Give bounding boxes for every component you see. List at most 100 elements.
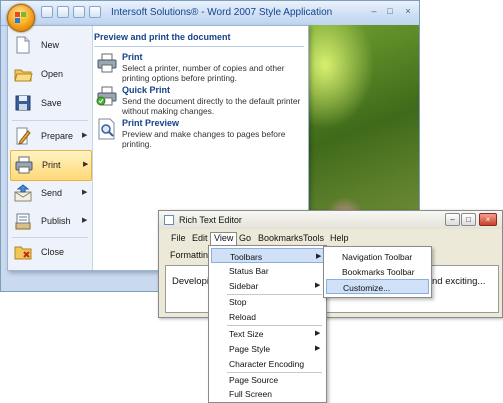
view-menu-full-screen[interactable]: Full Screen xyxy=(211,386,324,401)
menu-item-label: Reload xyxy=(229,312,256,322)
close-window-button[interactable]: × xyxy=(401,5,415,17)
menu-item-label: Page Style xyxy=(229,344,271,354)
view-menu-sidebar[interactable]: Sidebar ▶ xyxy=(211,278,324,293)
submenu-arrow-icon: ▶ xyxy=(82,217,88,224)
submenu-arrow-icon: ▶ xyxy=(315,330,321,337)
menu-item-label: Sidebar xyxy=(229,281,259,291)
menu-item-label: Open xyxy=(41,69,64,79)
menu-item-label: Prepare xyxy=(41,131,74,141)
menu-item-label: Full Screen xyxy=(229,389,272,399)
menu-item-label: New xyxy=(41,40,60,50)
print-option-title: Print xyxy=(122,52,143,62)
menu-item-open[interactable]: Open xyxy=(10,60,90,89)
submenu-arrow-icon: ▶ xyxy=(82,132,88,139)
menu-item-prepare[interactable]: Prepare ▶ xyxy=(10,122,90,151)
menu-help[interactable]: Help xyxy=(327,233,352,243)
quick-print-icon xyxy=(96,86,117,106)
view-menu-page-style[interactable]: Page Style ▶ xyxy=(211,341,324,356)
print-preview-icon xyxy=(98,118,115,140)
menu-file[interactable]: File xyxy=(168,233,189,243)
save-disk-icon xyxy=(15,95,31,111)
publish-icon xyxy=(15,213,31,230)
submenu-arrow-icon: ▶ xyxy=(315,345,321,352)
menu-item-label: Close xyxy=(41,247,65,257)
menu-item-label: Page Source xyxy=(229,375,279,385)
view-menu-stop[interactable]: Stop xyxy=(211,294,324,309)
print-preview-option[interactable]: Print Preview Preview and make changes t… xyxy=(96,118,306,150)
menu-item-send[interactable]: Send ▶ xyxy=(10,179,90,208)
view-menu-text-size[interactable]: Text Size ▶ xyxy=(211,326,324,341)
save-icon[interactable] xyxy=(41,6,53,18)
print-preview-qat-icon[interactable] xyxy=(89,6,101,18)
menu-item-label: Customize... xyxy=(343,283,391,293)
prepare-icon xyxy=(16,127,31,145)
send-icon xyxy=(14,184,32,202)
app-window-icon xyxy=(164,215,174,225)
quick-print-option-title: Quick Print xyxy=(122,85,171,95)
submenu-arrow-icon: ▶ xyxy=(82,189,88,196)
menu-view[interactable]: View xyxy=(210,232,238,246)
rte-window-title: Rich Text Editor xyxy=(179,215,242,225)
menu-go[interactable]: Go xyxy=(236,233,254,243)
menu-edit[interactable]: Edit xyxy=(189,233,211,243)
minimize-button[interactable]: – xyxy=(445,213,460,226)
menu-item-label: Toolbars xyxy=(230,252,263,262)
view-menu-toolbars[interactable]: Toolbars ▶ xyxy=(211,248,324,263)
undo-icon[interactable] xyxy=(57,6,69,18)
document-text-end: nd exciting... xyxy=(432,276,486,287)
submenu-customize[interactable]: Customize... xyxy=(326,279,429,294)
new-document-icon xyxy=(16,36,30,54)
menu-item-label: Save xyxy=(41,98,62,108)
menu-item-label: Publish xyxy=(41,216,71,226)
view-menu-character-encoding[interactable]: Character Encoding xyxy=(211,356,324,371)
rte-title-bar: Rich Text Editor – □ × xyxy=(159,211,502,229)
close-window-button[interactable]: × xyxy=(479,213,497,226)
menu-item-label: Bookmarks Toolbar xyxy=(342,267,415,277)
submenu-navigation-toolbar[interactable]: Navigation Toolbar xyxy=(326,249,429,264)
office-button[interactable] xyxy=(7,4,35,32)
view-menu-dropdown: Toolbars ▶ Status Bar Sidebar ▶ Stop Rel… xyxy=(208,245,327,403)
quick-print-option[interactable]: Quick Print Send the document directly t… xyxy=(96,85,306,117)
maximize-button[interactable]: □ xyxy=(383,5,397,17)
print-option-description: Select a printer, number of copies and o… xyxy=(122,63,285,83)
menu-item-label: Character Encoding xyxy=(229,359,305,369)
menu-item-label: Text Size xyxy=(229,329,264,339)
view-menu-page-source[interactable]: Page Source xyxy=(211,372,324,387)
menu-bookmarks[interactable]: Bookmarks xyxy=(255,233,306,243)
printer-icon xyxy=(97,53,117,73)
print-preview-option-title: Print Preview xyxy=(122,118,180,128)
maximize-button[interactable]: □ xyxy=(461,213,476,226)
submenu-arrow-icon: ▶ xyxy=(83,161,89,168)
redo-icon[interactable] xyxy=(73,6,85,18)
menu-item-label: Status Bar xyxy=(229,266,269,276)
menu-item-label: Navigation Toolbar xyxy=(342,252,413,262)
quick-print-option-description: Send the document directly to the defaul… xyxy=(122,96,301,116)
printer-icon xyxy=(15,156,33,174)
minimize-button[interactable]: – xyxy=(367,5,381,17)
menu-item-save[interactable]: Save xyxy=(10,89,90,118)
submenu-arrow-icon: ▶ xyxy=(315,282,321,289)
office-logo-icon xyxy=(15,12,26,23)
menu-item-publish[interactable]: Publish ▶ xyxy=(10,207,90,236)
submenu-bookmarks-toolbar[interactable]: Bookmarks Toolbar xyxy=(326,264,429,279)
menu-item-print[interactable]: Print ▶ xyxy=(10,150,92,181)
print-option[interactable]: Print Select a printer, number of copies… xyxy=(96,52,306,84)
print-preview-option-description: Preview and make changes to pages before… xyxy=(122,129,286,149)
menu-separator xyxy=(12,120,88,121)
close-folder-icon xyxy=(14,246,32,260)
rte-menu-bar: File Edit View Go Bookmarks Tools Help xyxy=(160,231,501,246)
menu-item-close[interactable]: Close xyxy=(10,238,90,267)
menu-item-new[interactable]: New xyxy=(10,31,90,60)
menu-item-label: Print xyxy=(42,160,61,170)
submenu-arrow-icon: ▶ xyxy=(316,253,322,260)
toolbars-submenu: Navigation Toolbar Bookmarks Toolbar Cus… xyxy=(323,246,432,298)
menu-item-label: Stop xyxy=(229,297,247,307)
open-folder-icon xyxy=(14,69,33,82)
print-panel-title: Preview and print the document xyxy=(94,32,304,47)
menu-tools[interactable]: Tools xyxy=(300,233,327,243)
formatting-toolbar-label: Formatting xyxy=(170,250,214,260)
menu-item-label: Send xyxy=(41,188,63,198)
view-menu-status-bar[interactable]: Status Bar xyxy=(211,263,324,278)
view-menu-reload[interactable]: Reload xyxy=(211,309,324,324)
word-window-title: Intersoft Solutions® - Word 2007 Style A… xyxy=(111,7,333,18)
